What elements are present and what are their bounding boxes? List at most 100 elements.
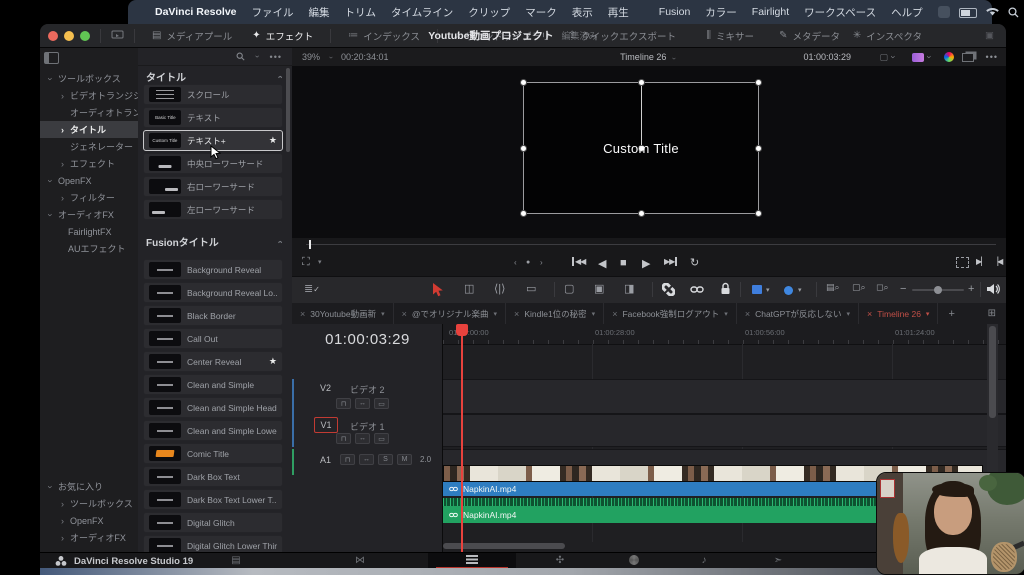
overwrite-clip-icon[interactable]: ▣ bbox=[594, 282, 604, 295]
collapse-section-icon[interactable]: › bbox=[275, 237, 285, 246]
favorite-star-icon[interactable]: ★ bbox=[269, 356, 277, 367]
track-name-v2[interactable]: ビデオ 2 bbox=[350, 383, 385, 396]
replace-clip-icon[interactable]: ◨ bbox=[624, 282, 634, 295]
menu-playback[interactable]: 再生 bbox=[608, 5, 629, 20]
chevron-down-icon[interactable]: ▾ bbox=[766, 286, 770, 294]
window-zoom-button[interactable] bbox=[80, 30, 90, 41]
cut-page-icon[interactable]: ⋈ bbox=[352, 555, 368, 567]
gang-icon[interactable]: ▢ bbox=[879, 52, 888, 63]
viewer-scrub-bar[interactable] bbox=[292, 238, 1006, 250]
loop-button[interactable]: ↻ bbox=[690, 256, 699, 269]
resize-handle-e[interactable] bbox=[755, 145, 762, 152]
input-source-icon[interactable] bbox=[937, 6, 950, 18]
fairlight-page-icon[interactable]: ♪ bbox=[696, 555, 712, 567]
remote-grading-icon[interactable] bbox=[111, 30, 124, 41]
timeline-tab[interactable]: × ChatGPTが反応しない ▾ bbox=[737, 303, 860, 324]
trim-edit-mode-icon[interactable]: ◫ bbox=[464, 282, 474, 295]
add-timeline-tab-button[interactable]: + bbox=[938, 303, 964, 324]
index-toggle-button[interactable]: ≔ インデックス bbox=[341, 26, 427, 46]
menu-fusion[interactable]: Fusion bbox=[659, 6, 691, 18]
menu-clip[interactable]: クリップ bbox=[468, 5, 510, 20]
menu-color[interactable]: カラー bbox=[705, 5, 737, 20]
chevron-down-icon[interactable]: ▾ bbox=[847, 310, 851, 318]
menubar-app-name[interactable]: DaVinci Resolve bbox=[155, 6, 237, 18]
track-enable-icon[interactable]: ▭ bbox=[374, 433, 389, 444]
marker-icon[interactable] bbox=[784, 286, 793, 295]
audio-monitor-speaker-icon[interactable] bbox=[986, 283, 1000, 295]
sidebar-item-generators[interactable]: ジェネレーター bbox=[40, 138, 138, 155]
track-enable-icon[interactable]: ▭ bbox=[374, 398, 389, 409]
sidebar-item-toolbox[interactable]: › ツールボックス bbox=[40, 70, 138, 87]
deliver-page-icon[interactable]: ➣ bbox=[770, 555, 786, 567]
track-lock-icon[interactable]: ⊓ bbox=[336, 433, 351, 444]
resize-handle-ne[interactable] bbox=[755, 79, 762, 86]
options-menu-icon[interactable]: ••• bbox=[270, 52, 282, 62]
menu-mark[interactable]: マーク bbox=[525, 5, 557, 20]
close-icon[interactable]: × bbox=[867, 309, 872, 319]
position-lock-icon[interactable] bbox=[720, 282, 731, 295]
effects-toggle-button[interactable]: ✦ エフェクト bbox=[245, 26, 320, 46]
metadata-toggle-button[interactable]: ✎ メタデータ bbox=[779, 29, 840, 43]
timeline-list-icon[interactable]: ⊞ bbox=[988, 308, 996, 319]
menu-trim[interactable]: トリム bbox=[345, 5, 377, 20]
zoom-in-icon[interactable]: + bbox=[968, 283, 974, 295]
fusion-title-item[interactable]: Digital Glitch bbox=[143, 512, 283, 533]
titles-scrollbar[interactable] bbox=[286, 68, 290, 152]
chevron-down-icon[interactable]: ▾ bbox=[318, 258, 322, 266]
close-icon[interactable]: × bbox=[745, 309, 750, 319]
menu-view[interactable]: 表示 bbox=[572, 5, 593, 20]
play-reverse-button[interactable]: ◀ bbox=[598, 257, 606, 270]
timeline-tab[interactable]: × Facebook強制ログアウト ▾ bbox=[604, 303, 737, 324]
timeline-ruler[interactable]: 01:00:00:00 01:00:28:00 01:00:56:00 01:0… bbox=[443, 324, 1006, 345]
timeline-tab[interactable]: × 30Youtube動画新 ▾ bbox=[292, 303, 394, 324]
next-edit-icon[interactable]: ▶▏ bbox=[976, 257, 987, 266]
fusion-title-item[interactable]: Digital Glitch Lower Third bbox=[143, 535, 283, 552]
color-page-icon[interactable] bbox=[626, 555, 642, 567]
window-close-button[interactable] bbox=[48, 30, 58, 41]
sidebar-item-audiofx[interactable]: › オーディオFX bbox=[40, 206, 138, 223]
custom-zoom-icon[interactable]: ◻⌕ bbox=[876, 282, 889, 293]
insert-clip-icon[interactable]: ▢ bbox=[564, 282, 574, 295]
jog-left-icon[interactable]: ‹ bbox=[514, 258, 517, 267]
fusion-title-item[interactable]: Black Border bbox=[143, 305, 283, 326]
fusion-title-item[interactable]: Call Out bbox=[143, 328, 283, 349]
chevron-down-icon[interactable]: › bbox=[925, 53, 935, 62]
panel-collapse-icon[interactable] bbox=[44, 52, 59, 64]
menu-workspace[interactable]: ワークスペース bbox=[804, 5, 876, 20]
title-selection-box[interactable]: Custom Title bbox=[520, 79, 762, 217]
viewer-options-icon[interactable]: ••• bbox=[986, 52, 998, 62]
viewer-timeline-select[interactable]: Timeline 26 › bbox=[620, 52, 678, 62]
viewer-zoom-select[interactable]: 39% bbox=[302, 52, 320, 62]
blade-edit-mode-icon[interactable]: ▭ bbox=[526, 282, 536, 295]
fusion-title-item[interactable]: Clean and Simple Head... bbox=[143, 397, 283, 418]
media-page-icon[interactable]: ▤ bbox=[228, 555, 244, 567]
sidebar-item-titles[interactable]: › タイトル bbox=[40, 121, 138, 138]
auto-select-icon[interactable]: ↔ bbox=[359, 454, 374, 465]
sidebar-fav-openfx[interactable]: › OpenFX bbox=[40, 512, 138, 529]
stop-button[interactable]: ■ bbox=[620, 257, 627, 269]
fusion-title-item[interactable]: Clean and Simple bbox=[143, 374, 283, 395]
chevron-down-icon[interactable]: ▾ bbox=[724, 310, 728, 318]
fusion-title-item[interactable]: Comic Title bbox=[143, 443, 283, 464]
chevron-down-icon[interactable]: ▾ bbox=[926, 310, 930, 318]
search-icon[interactable] bbox=[236, 52, 245, 61]
auto-select-icon[interactable]: ↔ bbox=[355, 433, 370, 444]
jog-right-icon[interactable]: › bbox=[540, 258, 543, 267]
title-item-lower-left[interactable]: 左ローワーサード bbox=[143, 199, 283, 220]
sidebar-fav-audiofx[interactable]: › オーディオFX bbox=[40, 529, 138, 546]
detail-zoom-icon[interactable]: ▢⌕ bbox=[852, 282, 866, 293]
wifi-icon[interactable] bbox=[985, 7, 999, 17]
mute-button[interactable]: M bbox=[397, 454, 412, 465]
title-item-lower-right[interactable]: 右ローワーサード bbox=[143, 176, 283, 197]
chevron-down-icon[interactable]: ▾ bbox=[381, 310, 385, 318]
sidebar-item-video-transitions[interactable]: ›ビデオトランジシ... bbox=[40, 87, 138, 104]
close-icon[interactable]: × bbox=[612, 309, 617, 319]
track-destination-v1[interactable]: V1 bbox=[314, 417, 338, 433]
dynamic-trim-mode-icon[interactable]: ⟨|⟩ bbox=[494, 282, 505, 295]
favorite-star-icon[interactable]: ★ bbox=[269, 135, 277, 146]
resize-handle-nw[interactable] bbox=[520, 79, 527, 86]
solo-button[interactable]: S bbox=[378, 454, 393, 465]
fusion-title-item[interactable]: Clean and Simple Lowe... bbox=[143, 420, 283, 441]
sidebar-item-audio-transitions[interactable]: オーディオトラン... bbox=[40, 104, 138, 121]
close-icon[interactable]: × bbox=[402, 309, 407, 319]
